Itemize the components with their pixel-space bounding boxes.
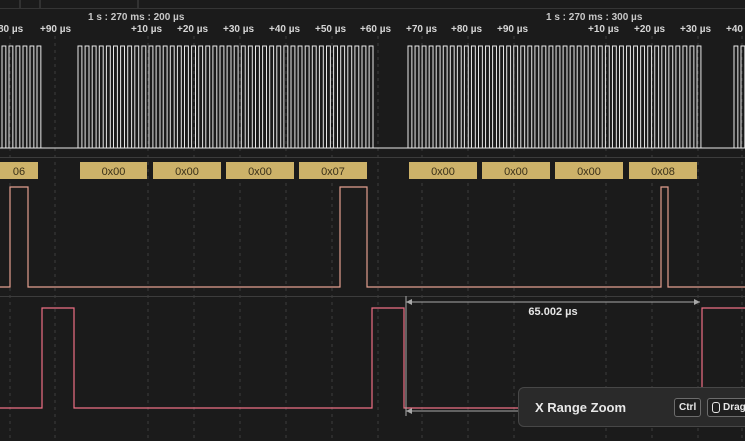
time-axis: 80 µs +90 µs +10 µs +20 µs +30 µs +40 µs +50 µ… — [0, 0, 743, 35]
decoded-byte-label: 0x00 — [577, 166, 601, 178]
ctrl-key-hint: Ctrl — [674, 398, 702, 417]
time-tick-label: +10 µs — [131, 24, 163, 35]
decoded-byte-label: 06 — [13, 166, 25, 178]
time-tick-label: +20 µs — [634, 24, 666, 35]
decoded-byte-label: 0x00 — [175, 166, 199, 178]
drag-label: Drag — [723, 402, 745, 413]
clock-pulses — [1, 45, 42, 148]
waveform-view[interactable]: 80 µs +90 µs +10 µs +20 µs +30 µs +40 µs +50 µ… — [0, 0, 745, 441]
time-tick-label: +10 µs — [588, 24, 620, 35]
time-tick-label: 80 µs — [0, 24, 24, 35]
decoded-byte-label: 0x07 — [321, 166, 345, 178]
clock-pulses — [77, 45, 374, 148]
time-tick-label: +40 µs — [269, 24, 301, 35]
decoded-bytes-row: 06 0x00 0x00 0x00 0x07 0x00 0x00 0x00 0x08 — [0, 162, 697, 179]
measurement-arrowhead-low — [406, 408, 412, 414]
decoded-byte-label: 0x00 — [504, 166, 528, 178]
time-tick-label: +90 µs — [497, 24, 529, 35]
time-marker-right: 1 s : 270 ms : 300 µs — [546, 12, 643, 23]
clock-channel — [0, 45, 745, 149]
mouse-icon — [712, 402, 720, 413]
drag-action-hint: Drag — [707, 398, 745, 417]
time-tick-label: +80 µs — [451, 24, 483, 35]
x-range-zoom-tooltip: X Range Zoom Ctrl Drag — [518, 387, 745, 427]
time-tick-label: +60 µs — [360, 24, 392, 35]
channel-1-waveform — [0, 186, 745, 288]
clock-pulses — [407, 45, 702, 148]
channel-1-trace — [0, 186, 745, 288]
decoded-byte-label: 0x00 — [102, 166, 126, 178]
decoded-byte-label: 0x00 — [431, 166, 455, 178]
time-tick-label: +20 µs — [177, 24, 209, 35]
time-tick-label: +40 — [726, 24, 743, 35]
measurement-arrowhead-left — [406, 299, 412, 305]
measurement-label: 65.002 µs — [528, 306, 577, 318]
time-marker-left: 1 s : 270 ms : 200 µs — [88, 12, 185, 23]
time-tick-label: +30 µs — [680, 24, 712, 35]
zoom-tooltip-title: X Range Zoom — [535, 399, 627, 415]
decoded-byte-label: 0x08 — [651, 166, 675, 178]
measurement-arrowhead-right — [694, 299, 700, 305]
time-tick-label: +30 µs — [223, 24, 255, 35]
time-tick-label: +70 µs — [406, 24, 438, 35]
time-tick-label: +50 µs — [315, 24, 347, 35]
time-tick-label: +90 µs — [40, 24, 72, 35]
clock-pulses — [733, 45, 745, 148]
decoded-byte-label: 0x00 — [248, 166, 272, 178]
